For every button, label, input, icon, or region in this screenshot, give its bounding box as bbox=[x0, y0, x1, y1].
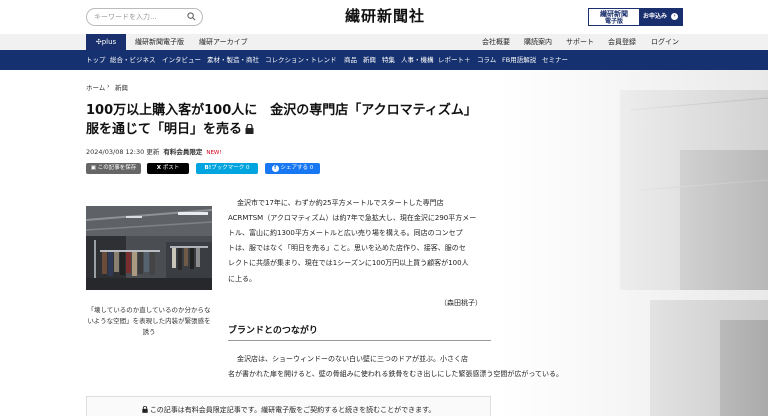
menu-item-glossary[interactable]: FB用語解説 bbox=[502, 50, 536, 70]
para1-line2: ACRMTSM（アクロマティズム）は約7年で急拡大し、現在金沢に290平方メー bbox=[228, 214, 477, 222]
arrow-circle-icon: › bbox=[671, 13, 679, 20]
menu-item-emerging[interactable]: 新興 bbox=[363, 50, 376, 70]
x-post-button[interactable]: X ポスト bbox=[147, 163, 189, 174]
edition-apply-button[interactable]: 繊研新聞 電子版 お申込み › bbox=[588, 8, 683, 26]
edition-label: 繊研新聞 電子版 bbox=[589, 9, 639, 25]
x-icon: X bbox=[156, 165, 161, 171]
article-photo[interactable] bbox=[86, 206, 212, 290]
para1-line4: トは、服ではなく「明日を売る」こと。思いを込めた店作り、接客、服のセ bbox=[228, 244, 466, 252]
nav-link-subscribe[interactable]: 購読案内 bbox=[524, 34, 552, 50]
menu-item-products[interactable]: 商品 bbox=[344, 50, 357, 70]
category-menu: トップ 総合・ビジネス インタビュー 素材・製造・商社 コレクション・トレンド … bbox=[0, 50, 768, 70]
para1-line5: レクトに共感が集まり、現在では1シーズンに100万円以上買う顧客が100人 bbox=[228, 259, 469, 267]
menu-item-column[interactable]: コラム bbox=[477, 50, 496, 70]
menu-item-collection[interactable]: コレクション・トレンド bbox=[265, 50, 337, 70]
para1-line1: 金沢市で17年に、わずか約25平方メートルでスタートした専門店 bbox=[237, 199, 444, 207]
nav-link-login[interactable]: ログイン bbox=[651, 34, 679, 50]
plus-tab[interactable]: ✣plus bbox=[86, 34, 126, 50]
menu-item-report[interactable]: レポート＋ bbox=[438, 50, 471, 70]
para2-line1: 金沢店は、ショーウィンドーのない白い壁に三つのドアが並ぶ。小さく店 bbox=[237, 355, 468, 363]
photo-caption: 「壊しているのか直しているのか分からないような空間」を表現した内装が緊張感を誘う bbox=[87, 306, 211, 336]
para1-line6: に上る。 bbox=[228, 275, 256, 283]
nav-link-digital[interactable]: 繊研新聞電子版 bbox=[135, 34, 184, 50]
menu-item-personnel[interactable]: 人事・機構 bbox=[401, 50, 434, 70]
search-placeholder: キーワードを入力... bbox=[94, 13, 157, 21]
menu-item-features[interactable]: 特集 bbox=[382, 50, 395, 70]
menu-item-seminar[interactable]: セミナー bbox=[542, 50, 568, 70]
breadcrumb-home[interactable]: ホーム bbox=[86, 82, 105, 92]
menu-item-top[interactable]: トップ bbox=[86, 50, 106, 70]
menu-item-interview[interactable]: インタビュー bbox=[162, 50, 201, 70]
apply-label: お申込み › bbox=[639, 9, 682, 25]
nav-link-register[interactable]: 会員登録 bbox=[608, 34, 636, 50]
breadcrumb-separator: › bbox=[107, 82, 110, 90]
nav-link-company[interactable]: 会社概要 bbox=[482, 34, 510, 50]
save-icon: ▣ bbox=[90, 165, 96, 171]
search-icon[interactable] bbox=[187, 12, 196, 21]
new-badge: NEW! bbox=[206, 150, 222, 156]
article-date: 2024/03/08 12:30 更新 bbox=[86, 148, 160, 156]
site-logo[interactable]: 繊研新聞社 bbox=[330, 5, 440, 26]
section-heading: ブランドとのつながり bbox=[228, 326, 318, 336]
top-bar: キーワードを入力... 繊研新聞社 繊研新聞 電子版 お申込み › bbox=[0, 0, 768, 34]
lock-icon bbox=[141, 405, 148, 413]
paywall-notice: この記事は有料会員限定記事です。繊研電子版をご契約すると続きを読むことができます… bbox=[86, 396, 491, 416]
menu-item-materials[interactable]: 素材・製造・商社 bbox=[207, 50, 259, 70]
author: （森田桃子） bbox=[440, 299, 482, 307]
search-input[interactable]: キーワードを入力... bbox=[86, 8, 203, 26]
para1-line3: トル、富山に約1300平方メートルと広い売り場を構える。同店のコンセプ bbox=[228, 229, 463, 237]
breadcrumb-current[interactable]: 新興 bbox=[115, 82, 128, 92]
menu-item-business[interactable]: 総合・ビジネス bbox=[110, 50, 156, 70]
member-only-label: 有料会員限定 bbox=[163, 148, 203, 156]
lock-icon bbox=[245, 124, 254, 134]
facebook-share-button[interactable]: f シェアする 0 bbox=[265, 163, 320, 174]
page-title: 100万以上購入客が100人に 金沢の専門店「アクロマティズム」 服を通じて「明… bbox=[86, 103, 477, 137]
section-divider bbox=[228, 340, 491, 341]
sub-nav: ✣plus 繊研新聞電子版 繊研アーカイブ 会社概要 購読案内 サポート 会員登… bbox=[0, 34, 768, 50]
hatena-bookmark-button[interactable]: B!ブックマーク 0 bbox=[196, 163, 258, 174]
para2-line2: 名が書かれた扉を開けると、壁の骨組みに使われる鉄骨をむき出しにした緊張感漂う空間… bbox=[228, 370, 564, 378]
nav-link-support[interactable]: サポート bbox=[566, 34, 594, 50]
nav-link-archive[interactable]: 繊研アーカイブ bbox=[199, 34, 248, 50]
article-meta: 2024/03/08 12:30 更新 有料会員限定 NEW! bbox=[86, 146, 222, 156]
save-article-button[interactable]: ▣ この記事を保存 bbox=[86, 163, 141, 174]
facebook-icon: f bbox=[271, 165, 279, 172]
background-photo bbox=[500, 70, 768, 416]
